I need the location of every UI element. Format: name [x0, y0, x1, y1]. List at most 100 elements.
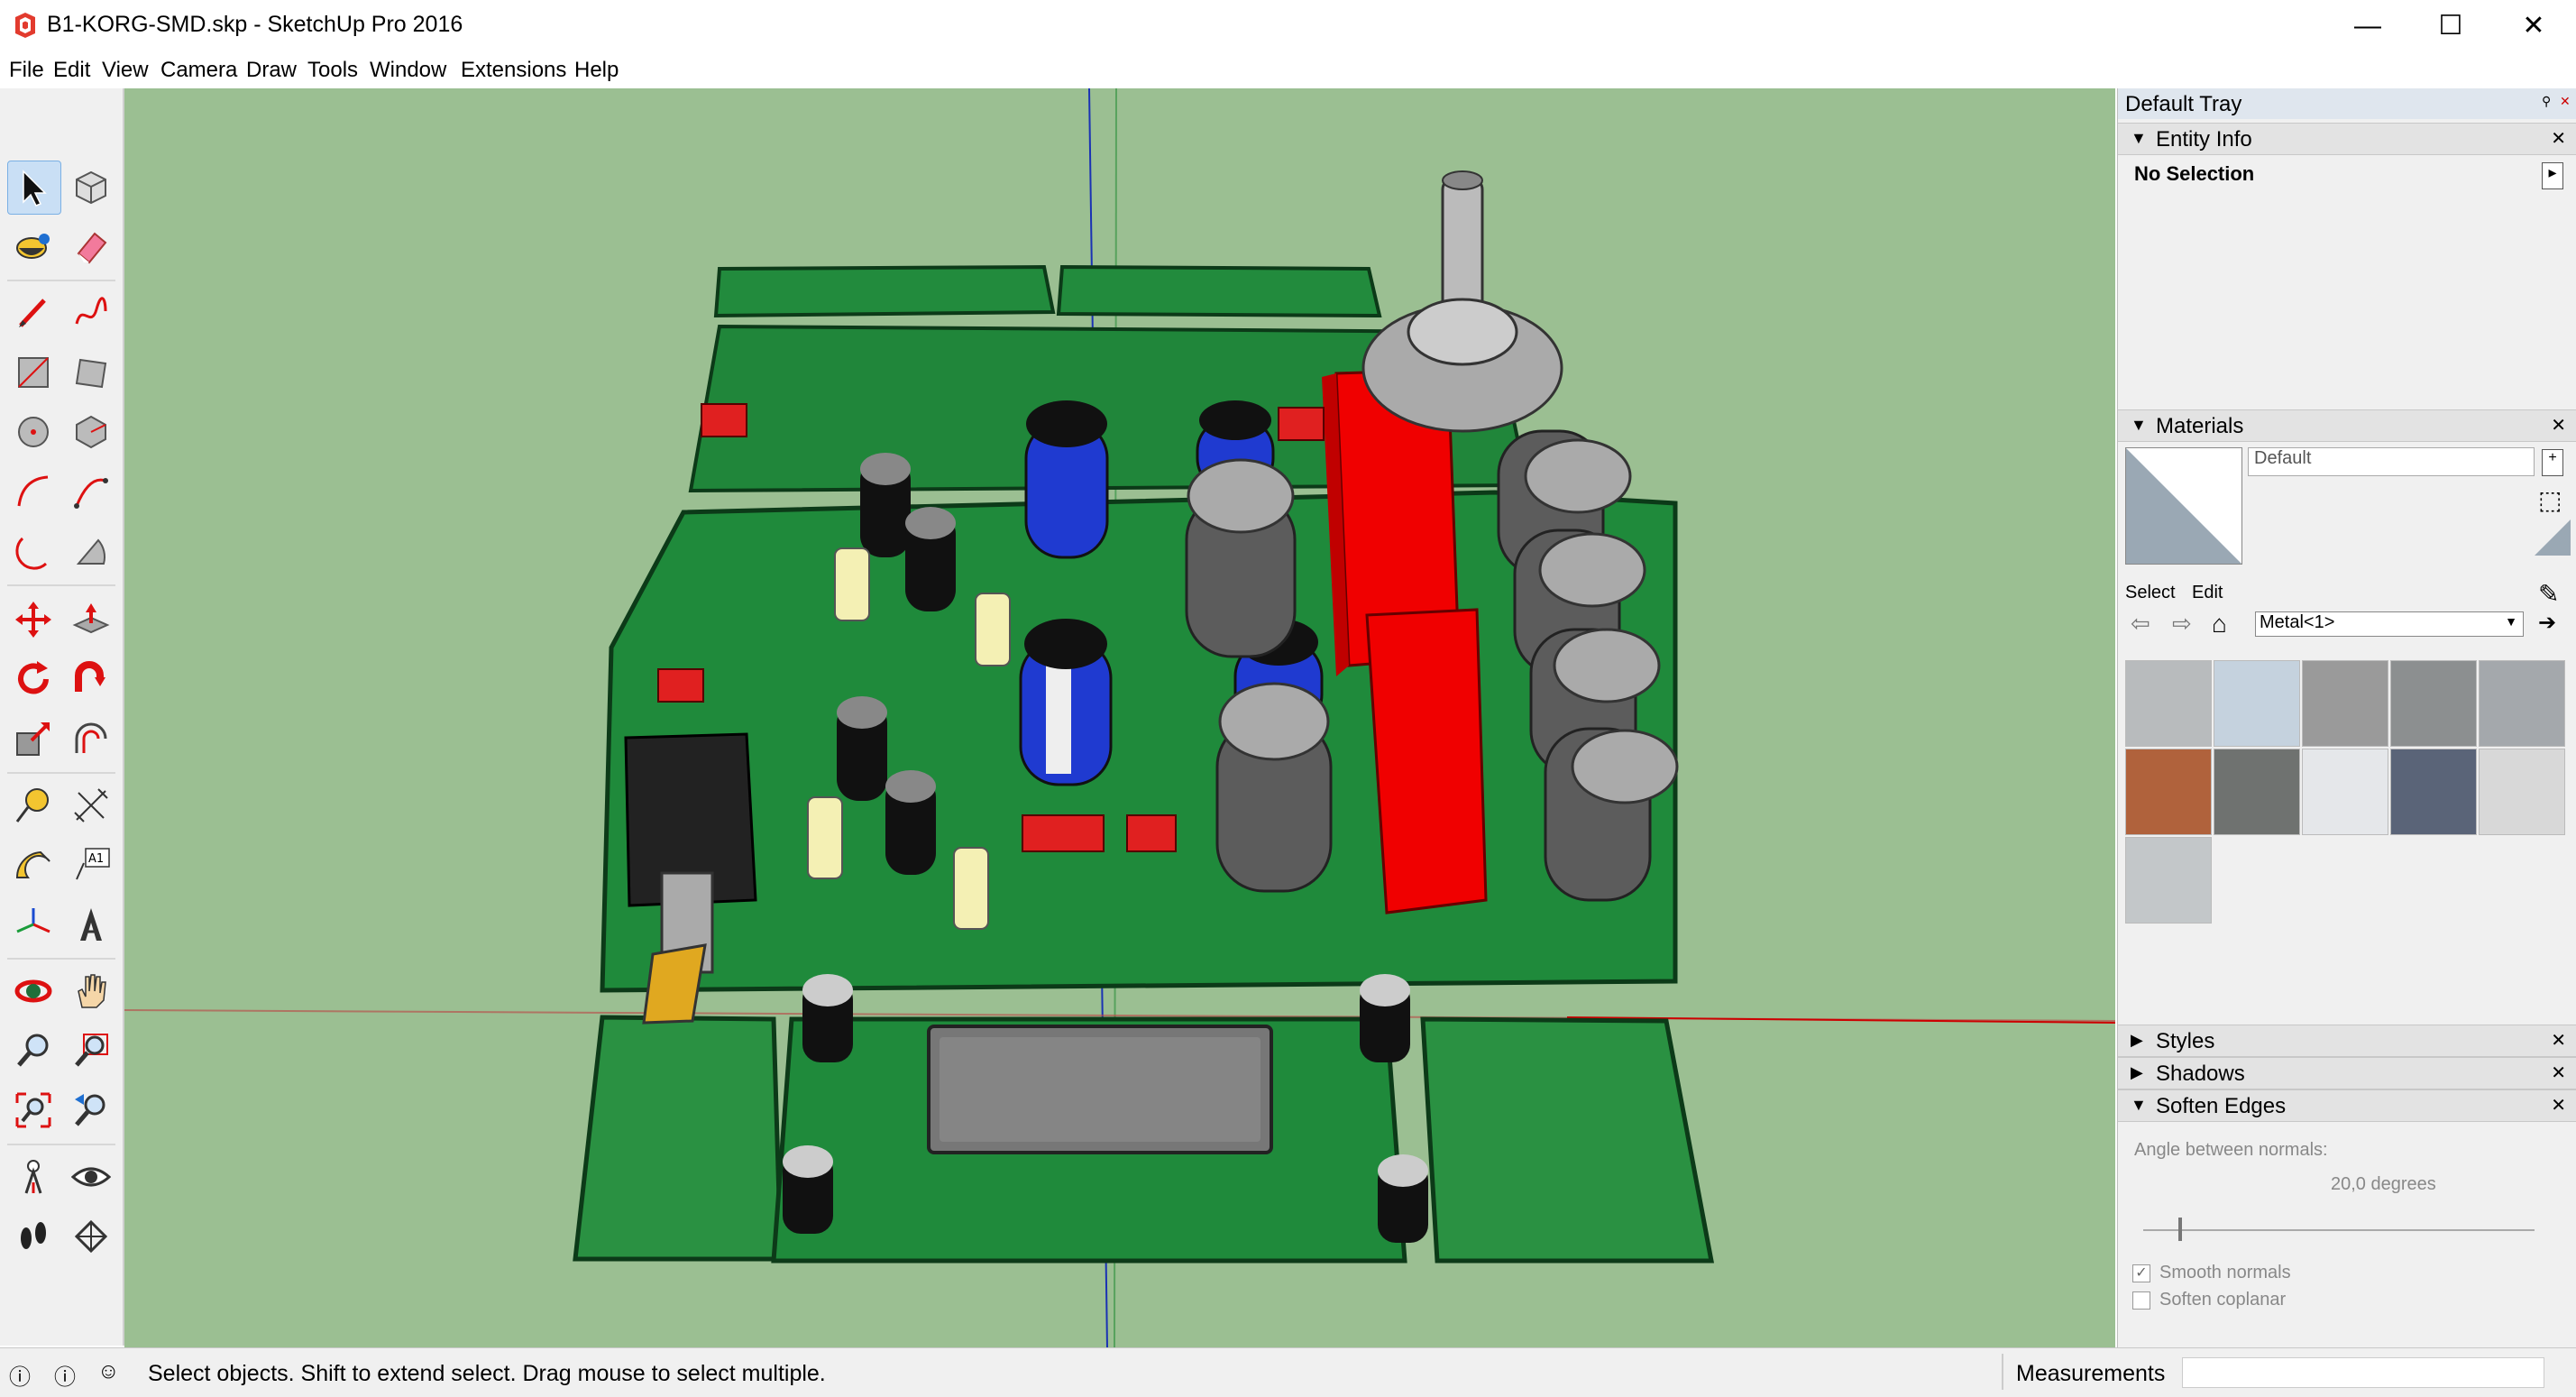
- angle-slider-track[interactable]: [2143, 1229, 2535, 1231]
- maximize-button[interactable]: ☐: [2409, 0, 2492, 52]
- material-cube-icon[interactable]: ⬚: [2538, 485, 2562, 515]
- metal-swatch-11[interactable]: [2125, 837, 2212, 924]
- menu-extensions[interactable]: Extensions: [461, 58, 566, 83]
- angle-slider-thumb[interactable]: [2178, 1218, 2183, 1241]
- credits-icon[interactable]: ⓘ: [54, 1359, 76, 1391]
- paint-bucket-tool[interactable]: [7, 220, 60, 272]
- position-camera-tool[interactable]: [7, 1151, 60, 1203]
- metal-swatch-9[interactable]: [2390, 749, 2477, 835]
- zoom-tool[interactable]: [7, 1025, 60, 1077]
- push-pull-tool[interactable]: [65, 593, 117, 646]
- metal-swatch-6[interactable]: [2125, 749, 2212, 835]
- menu-file[interactable]: File: [9, 58, 44, 83]
- close-panel-icon[interactable]: ✕: [2551, 1062, 2566, 1084]
- polygon-tool[interactable]: [65, 406, 117, 458]
- dimension-tool[interactable]: [65, 779, 117, 832]
- menu-window[interactable]: Window: [370, 58, 446, 83]
- metal-swatch-3[interactable]: [2302, 660, 2388, 747]
- orbit-icon: [14, 979, 52, 1003]
- toggle-details-icon[interactable]: ▸: [2542, 162, 2563, 189]
- line-tool[interactable]: [7, 287, 60, 339]
- metal-swatch-8[interactable]: [2302, 749, 2388, 835]
- home-icon[interactable]: ⌂: [2212, 610, 2227, 639]
- forward-arrow-icon[interactable]: ⇨: [2172, 610, 2192, 638]
- dimension-icon: [74, 788, 108, 823]
- rotated-rectangle-tool[interactable]: [65, 346, 117, 399]
- soften-coplanar-checkbox[interactable]: [2132, 1291, 2150, 1310]
- pie-tool[interactable]: [65, 525, 117, 577]
- expand-triangle-icon: ▶: [2131, 1031, 2143, 1049]
- measurements-input[interactable]: [2182, 1357, 2544, 1388]
- menu-edit[interactable]: Edit: [53, 58, 90, 83]
- smooth-normals-checkbox[interactable]: ✓: [2132, 1264, 2150, 1282]
- material-library-select[interactable]: Metal<1> ▼: [2255, 611, 2524, 637]
- metal-swatch-10[interactable]: [2479, 749, 2565, 835]
- eraser-tool[interactable]: [65, 220, 117, 272]
- user-icon[interactable]: ☺: [97, 1359, 120, 1384]
- close-panel-icon[interactable]: ✕: [2551, 1029, 2566, 1052]
- orbit-tool[interactable]: [7, 965, 60, 1017]
- metal-swatch-4[interactable]: [2390, 660, 2477, 747]
- create-material-icon[interactable]: +: [2542, 449, 2563, 476]
- text-tool[interactable]: A1: [65, 839, 117, 891]
- rotate-tool[interactable]: [7, 653, 60, 705]
- scale-tool[interactable]: [7, 712, 60, 765]
- entity-info-header[interactable]: ▼ Entity Info ✕: [2118, 123, 2576, 155]
- close-window-button[interactable]: ✕: [2492, 0, 2575, 52]
- sample-paint-icon[interactable]: ✎: [2538, 579, 2559, 609]
- minimize-button[interactable]: —: [2326, 0, 2409, 52]
- close-panel-icon[interactable]: ✕: [2551, 127, 2566, 150]
- component-tool[interactable]: [65, 161, 117, 213]
- two-point-arc-tool[interactable]: [65, 465, 117, 518]
- 3d-text-tool[interactable]: [65, 898, 117, 951]
- follow-me-tool[interactable]: [65, 653, 117, 705]
- circle-tool[interactable]: [7, 406, 60, 458]
- menu-view[interactable]: View: [102, 58, 149, 83]
- three-point-arc-tool[interactable]: [7, 525, 60, 577]
- menu-draw[interactable]: Draw: [246, 58, 297, 83]
- soften-edges-header[interactable]: ▼ Soften Edges ✕: [2118, 1089, 2576, 1122]
- zoom-extents-tool[interactable]: [7, 1084, 60, 1136]
- offset-tool[interactable]: [65, 712, 117, 765]
- metal-swatch-5[interactable]: [2479, 660, 2565, 747]
- styles-header[interactable]: ▶ Styles ✕: [2118, 1025, 2576, 1057]
- geolocation-icon[interactable]: ⓘ: [9, 1359, 31, 1391]
- metal-swatch-1[interactable]: [2125, 660, 2212, 747]
- push-pull-icon: [72, 603, 110, 634]
- default-material-icon[interactable]: [2535, 519, 2571, 556]
- pan-tool[interactable]: [65, 965, 117, 1017]
- select-tool[interactable]: [7, 161, 61, 215]
- material-preview: [2125, 447, 2242, 565]
- pin-icon[interactable]: ⚲: [2542, 94, 2551, 109]
- menu-help[interactable]: Help: [574, 58, 619, 83]
- zoom-window-tool[interactable]: [65, 1025, 117, 1077]
- close-panel-icon[interactable]: ✕: [2551, 1094, 2566, 1117]
- details-arrow-icon[interactable]: ➔: [2538, 610, 2556, 636]
- protractor-tool[interactable]: [7, 839, 60, 891]
- model-viewport[interactable]: [124, 88, 2115, 1347]
- metal-swatch-2[interactable]: [2214, 660, 2300, 747]
- back-arrow-icon[interactable]: ⇦: [2131, 610, 2150, 638]
- rectangle-tool[interactable]: [7, 346, 60, 399]
- arc-tool[interactable]: [7, 465, 60, 518]
- shadows-header[interactable]: ▶ Shadows ✕: [2118, 1057, 2576, 1089]
- materials-header[interactable]: ▼ Materials ✕: [2118, 409, 2576, 442]
- menu-camera[interactable]: Camera: [160, 58, 237, 83]
- rotated-rectangle-icon: [75, 358, 107, 389]
- freehand-tool[interactable]: [65, 287, 117, 339]
- section-plane-tool[interactable]: [65, 1210, 117, 1263]
- tab-edit[interactable]: Edit: [2192, 583, 2223, 603]
- tape-measure-tool[interactable]: [7, 779, 60, 832]
- entity-info-title: Entity Info: [2156, 127, 2252, 152]
- metal-swatch-7[interactable]: [2214, 749, 2300, 835]
- close-panel-icon[interactable]: ✕: [2551, 414, 2566, 437]
- previous-view-tool[interactable]: [65, 1084, 117, 1136]
- axes-tool[interactable]: [7, 898, 60, 951]
- move-tool[interactable]: [7, 593, 60, 646]
- look-around-tool[interactable]: [65, 1151, 117, 1203]
- menu-tools[interactable]: Tools: [307, 58, 358, 83]
- close-tray-icon[interactable]: ✕: [2560, 94, 2571, 109]
- tab-select[interactable]: Select: [2125, 583, 2176, 603]
- walk-tool[interactable]: [7, 1210, 60, 1263]
- material-name-field[interactable]: Default: [2248, 447, 2535, 476]
